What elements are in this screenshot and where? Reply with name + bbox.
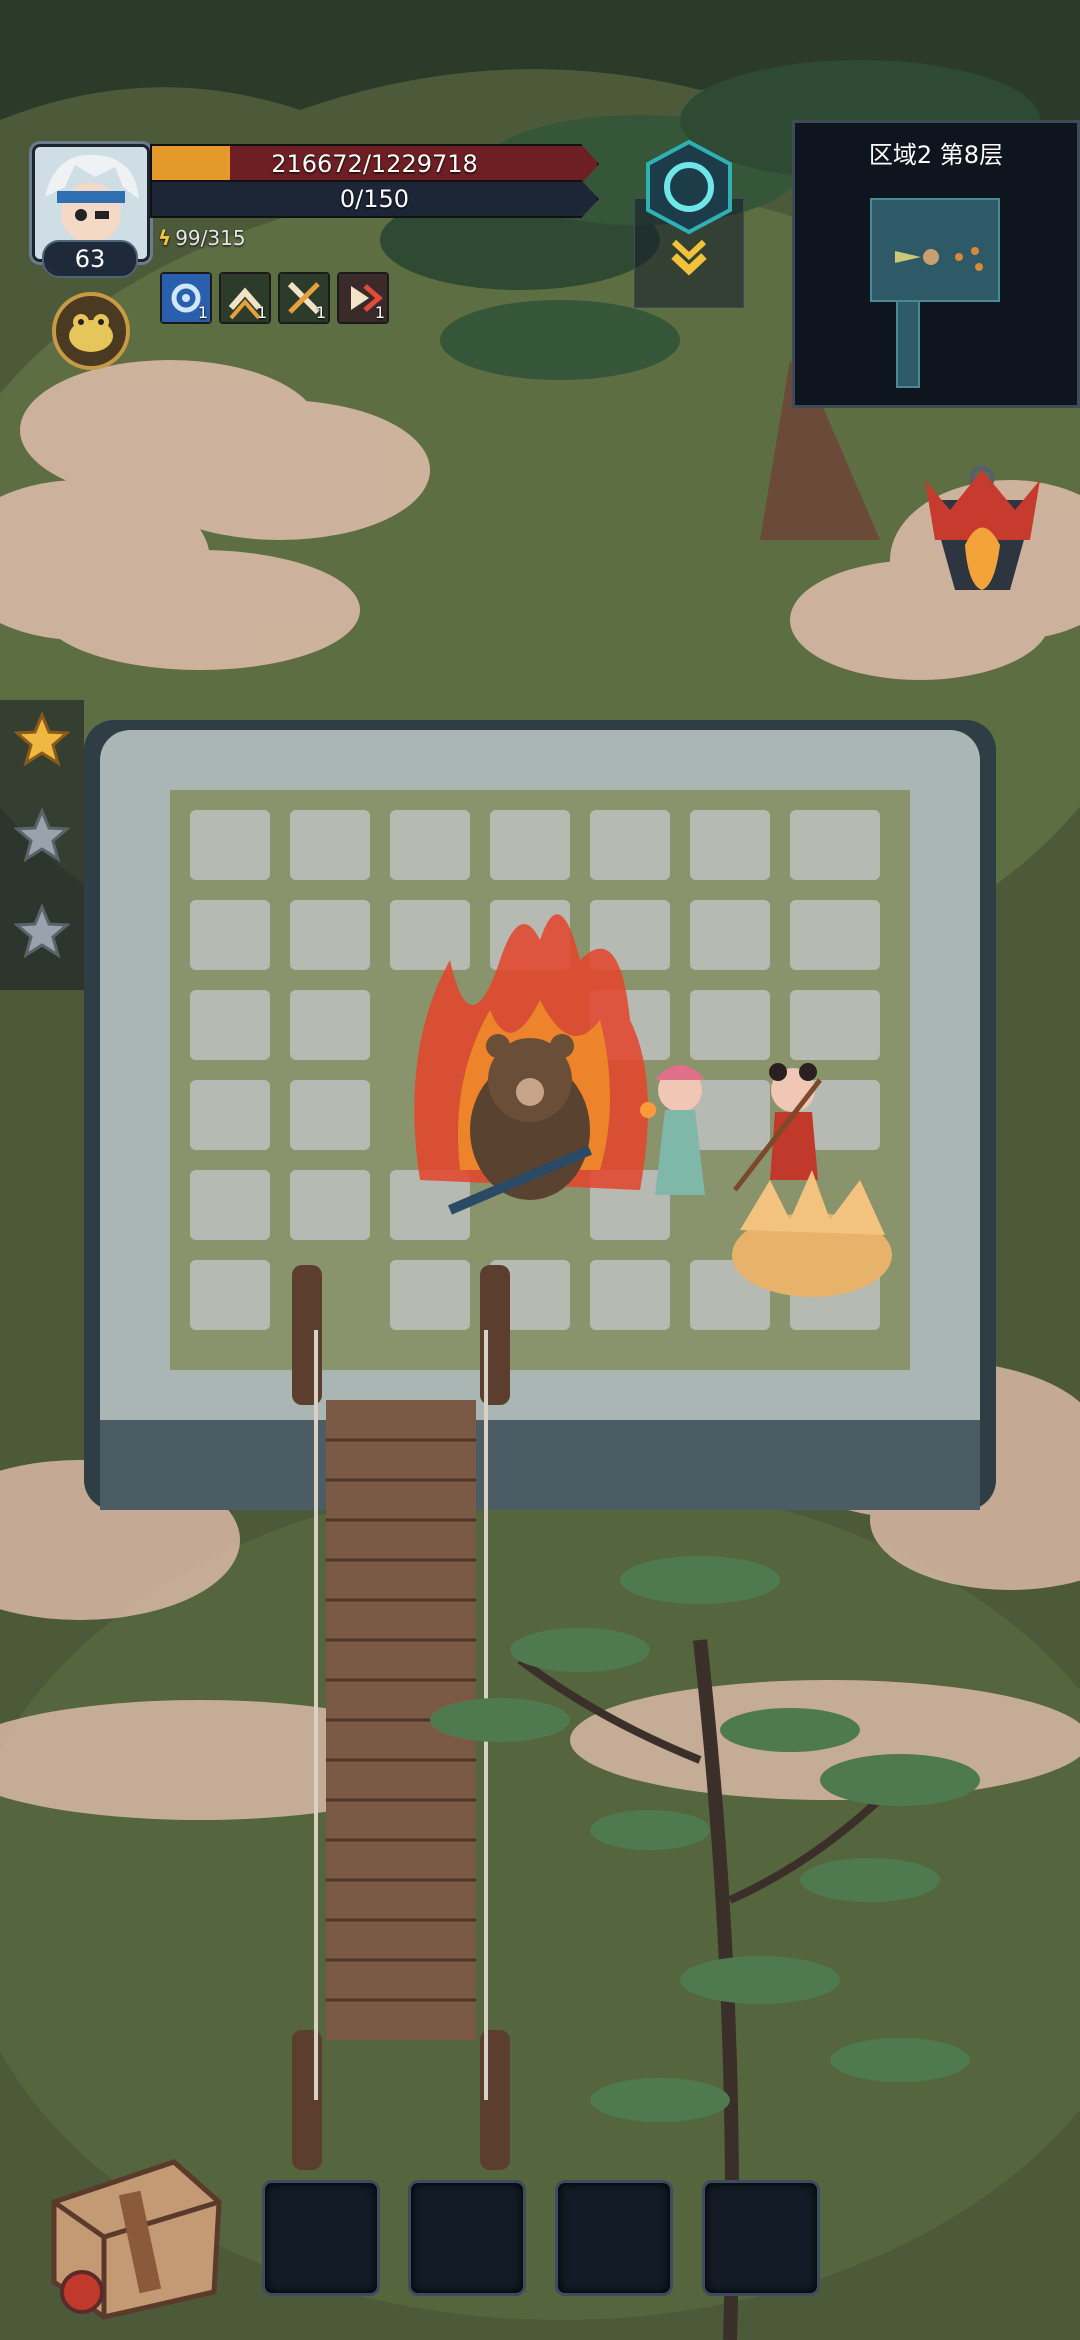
inventory-slot-1[interactable] <box>262 2180 380 2296</box>
skill-count: 1 <box>256 303 267 322</box>
skill-count: 1 <box>374 303 385 322</box>
star-icon-empty <box>14 904 70 959</box>
hp-bar-text: 216672/1229718 <box>271 150 478 178</box>
inventory-slot-2[interactable] <box>408 2180 526 2296</box>
energy-text: 99/315 <box>175 226 246 250</box>
star-icon-empty <box>14 808 70 863</box>
skill-count: 1 <box>315 303 326 322</box>
minimap[interactable]: 区域2 第8层 <box>792 120 1080 408</box>
player-marker-icon <box>923 249 939 265</box>
star-rating-panel <box>0 700 84 990</box>
energy-readout: ϟ 99/315 <box>158 226 246 250</box>
backpack-button[interactable] <box>34 2142 232 2322</box>
hp-bar: 216672/1229718 <box>150 144 599 184</box>
skill-slot-4[interactable]: 1 <box>337 272 389 324</box>
skill-slot-1[interactable]: 1 <box>160 272 212 324</box>
skill-count: 1 <box>197 303 208 322</box>
backpack-icon <box>51 2159 222 2320</box>
minimap-rooms <box>870 198 1000 388</box>
portal-icon <box>633 139 745 309</box>
skill-slot-2[interactable]: 1 <box>219 272 271 324</box>
skill-slot-3[interactable]: 1 <box>278 272 330 324</box>
star-icon-active <box>14 712 70 767</box>
inventory-slot-4[interactable] <box>702 2180 820 2296</box>
xp-bar: 0/150 <box>150 180 599 218</box>
frog-icon <box>69 314 113 352</box>
xp-bar-text: 0/150 <box>339 185 410 213</box>
inventory-slot-3[interactable] <box>555 2180 673 2296</box>
frog-companion-button[interactable] <box>52 292 130 370</box>
portal-toggle-button[interactable] <box>633 138 745 309</box>
player-level-badge: 63 <box>42 240 138 278</box>
lightning-icon: ϟ <box>158 226 172 250</box>
